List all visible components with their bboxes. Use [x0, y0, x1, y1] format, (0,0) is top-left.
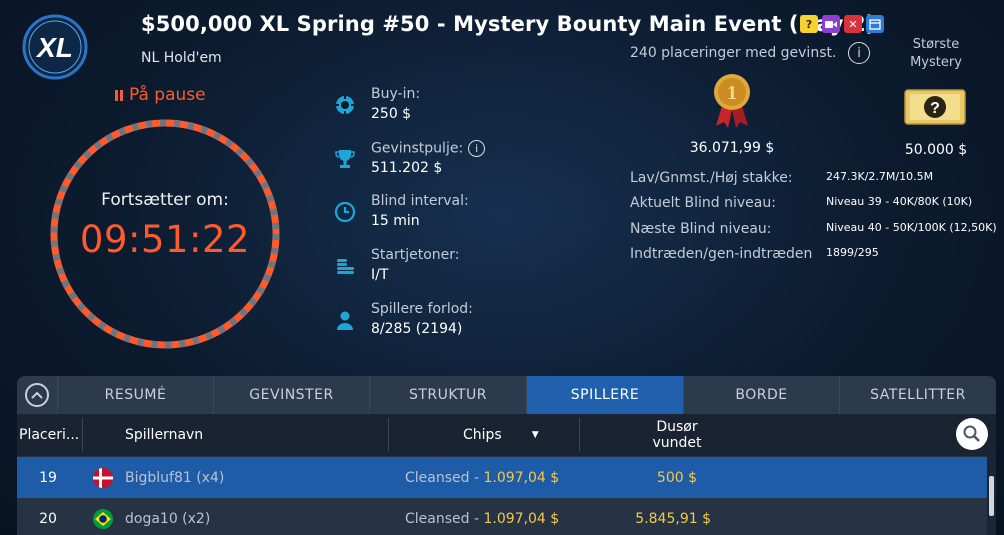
- tab-tables[interactable]: BORDE: [683, 376, 839, 414]
- table-header: Placeri... Spillernavn Chips ▼ Dusør vun…: [17, 414, 996, 456]
- logo-text: XL: [35, 32, 73, 63]
- svg-text:?: ?: [930, 100, 940, 117]
- table-scrollbar[interactable]: [987, 456, 996, 535]
- denmark-flag-icon: [93, 457, 113, 498]
- tab-prizes[interactable]: GEVINSTER: [213, 376, 369, 414]
- chevron-up-icon: [25, 383, 49, 407]
- row-chips-value: 1.097,04 $: [483, 469, 560, 486]
- pause-status: På pause: [115, 85, 206, 105]
- first-prize-value: 36.071,99 $: [689, 140, 775, 156]
- col-player[interactable]: Spillernavn: [125, 414, 203, 456]
- game-type: NL Hold'em: [141, 50, 222, 66]
- row-player[interactable]: doga10 (x2): [125, 498, 210, 535]
- countdown-label: Fortsætter om:: [101, 190, 229, 210]
- row-bounty: 500 $: [656, 469, 697, 486]
- players-left-label: Spillere forlod:: [371, 301, 473, 317]
- collapse-button[interactable]: [17, 376, 57, 414]
- tournament-tabs-panel: RESUMÉ GEVINSTER STRUKTUR SPILLERE BORDE…: [17, 376, 996, 535]
- tab-players[interactable]: SPILLERE: [526, 376, 683, 414]
- scroll-thumb[interactable]: [989, 476, 994, 516]
- xl-logo: XL: [22, 14, 88, 80]
- entries-value: 1899/295: [826, 246, 879, 259]
- row-chips-status: Cleansed -: [405, 510, 484, 527]
- blind-interval-value: 15 min: [371, 213, 420, 229]
- tab-satellites[interactable]: SATELLITTER: [839, 376, 996, 414]
- prizepool-info-icon[interactable]: i: [468, 140, 486, 157]
- tab-resume[interactable]: RESUMÉ: [57, 376, 213, 414]
- cross-icon[interactable]: ✕: [844, 15, 862, 33]
- next-blind-value: Niveau 40 - 50K/100K (12,50K): [826, 221, 997, 234]
- calendar-icon[interactable]: [866, 15, 884, 33]
- row-chips-status: Cleansed -: [405, 469, 484, 486]
- question-icon[interactable]: ?: [800, 15, 818, 33]
- trophy-icon: [334, 148, 356, 170]
- gold-medal-icon: 1: [710, 72, 754, 130]
- badge-row: ? ✕: [800, 15, 884, 33]
- col-place[interactable]: Placeri...: [19, 414, 81, 456]
- medal-number: 1: [727, 82, 737, 104]
- tournament-title: $500,000 XL Spring #50 - Mystery Bounty …: [141, 12, 876, 36]
- mystery-ticket-icon: ?: [904, 89, 966, 125]
- search-icon: [963, 425, 980, 442]
- person-icon: [334, 309, 356, 331]
- prizepool-label-text: Gevinstpulje:: [371, 140, 464, 157]
- sort-down-icon: ▼: [531, 430, 539, 440]
- current-blind-value: Niveau 39 - 40K/80K (10K): [826, 195, 973, 208]
- players-left-value: 8/285 (2194): [371, 321, 463, 337]
- row-chips: Cleansed - 1.097,04 $: [405, 457, 559, 498]
- search-button[interactable]: [956, 418, 988, 450]
- buyin-label: Buy-in:: [371, 86, 421, 102]
- row-chips: Cleansed - 1.097,04 $: [405, 498, 559, 535]
- pause-icon: [115, 89, 123, 101]
- pause-label: På pause: [129, 85, 206, 105]
- countdown-value: 09:51:22: [79, 218, 251, 261]
- mystery-value: 50.000 $: [904, 142, 968, 158]
- row-player[interactable]: Bigbluf81 (x4): [125, 457, 224, 498]
- table-row[interactable]: 19 Bigbluf81 (x4) Cleansed - 1.097,04 $ …: [17, 457, 987, 498]
- chip-icon: [334, 94, 356, 116]
- video-icon[interactable]: [822, 15, 840, 33]
- brazil-flag-icon: [93, 498, 113, 535]
- stack-stats-label: Lav/Gnmst./Høj stakke:: [630, 170, 793, 186]
- places-paid: 240 placeringer med gevinst.: [630, 45, 837, 61]
- buyin-value: 250 $: [371, 106, 412, 122]
- places-info-icon[interactable]: i: [848, 42, 870, 64]
- clock-icon: [334, 201, 356, 223]
- prizepool-value: 511.202 $: [371, 160, 443, 176]
- col-bounty[interactable]: Dusør vundet: [637, 414, 717, 456]
- next-blind-label: Næste Blind niveau:: [630, 221, 772, 237]
- blind-interval-label: Blind interval:: [371, 193, 469, 209]
- current-blind-label: Aktuelt Blind niveau:: [630, 195, 776, 211]
- prizepool-label: Gevinstpulje: i: [371, 140, 486, 157]
- starting-chips-value: I/T: [371, 267, 389, 283]
- tab-structure[interactable]: STRUKTUR: [369, 376, 526, 414]
- col-chips[interactable]: Chips ▼: [463, 414, 539, 456]
- table-row[interactable]: 20 doga10 (x2) Cleansed - 1.097,04 $ 5.8…: [17, 498, 987, 535]
- stack-stats-value: 247.3K/2.7M/10.5M: [826, 170, 934, 183]
- row-bounty: 5.845,91 $: [635, 510, 711, 527]
- tab-bar: RESUMÉ GEVINSTER STRUKTUR SPILLERE BORDE…: [17, 376, 996, 414]
- col-chips-label: Chips: [463, 427, 502, 443]
- chips-stack-icon: [334, 255, 356, 277]
- entries-label: Indtræden/gen-indtræden: [630, 246, 813, 262]
- mystery-label: Største Mystery: [910, 37, 962, 70]
- row-chips-value: 1.097,04 $: [483, 510, 560, 527]
- row-place: 20: [39, 510, 57, 527]
- starting-chips-label: Startjetoner:: [371, 247, 460, 263]
- row-place: 19: [39, 469, 57, 486]
